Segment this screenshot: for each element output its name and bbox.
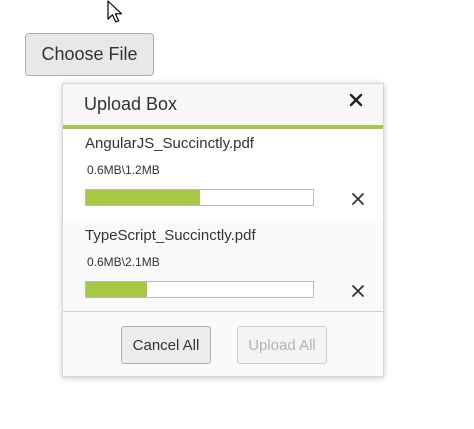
upload-box-title: Upload Box	[84, 94, 178, 114]
file-item: TypeScript_Succinctly.pdf 0.6MB\2.1MB	[63, 221, 383, 311]
progress-bar-fill	[86, 282, 148, 297]
upload-box-header: Upload Box	[63, 84, 383, 126]
file-item: AngularJS_Succinctly.pdf 0.6MB\1.2MB	[63, 129, 383, 219]
upload-box-dialog: Upload Box AngularJS_Succinctly.pdf 0.6M…	[62, 83, 384, 377]
cancel-all-button[interactable]: Cancel All	[121, 326, 211, 364]
file-name: AngularJS_Succinctly.pdf	[85, 135, 254, 152]
progress-bar	[85, 189, 314, 206]
upload-box-footer: Cancel All Upload All	[63, 312, 383, 376]
choose-file-button[interactable]: Choose File	[25, 33, 154, 76]
mouse-pointer-icon	[107, 0, 125, 24]
remove-file-icon[interactable]	[351, 284, 365, 298]
file-name: TypeScript_Succinctly.pdf	[85, 227, 256, 244]
progress-bar-fill	[86, 190, 200, 205]
remove-file-icon[interactable]	[351, 192, 365, 206]
file-size: 0.6MB\2.1MB	[87, 255, 160, 269]
progress-bar	[85, 281, 314, 298]
file-size: 0.6MB\1.2MB	[87, 163, 160, 177]
close-icon[interactable]	[349, 93, 363, 107]
upload-all-button[interactable]: Upload All	[237, 326, 327, 364]
